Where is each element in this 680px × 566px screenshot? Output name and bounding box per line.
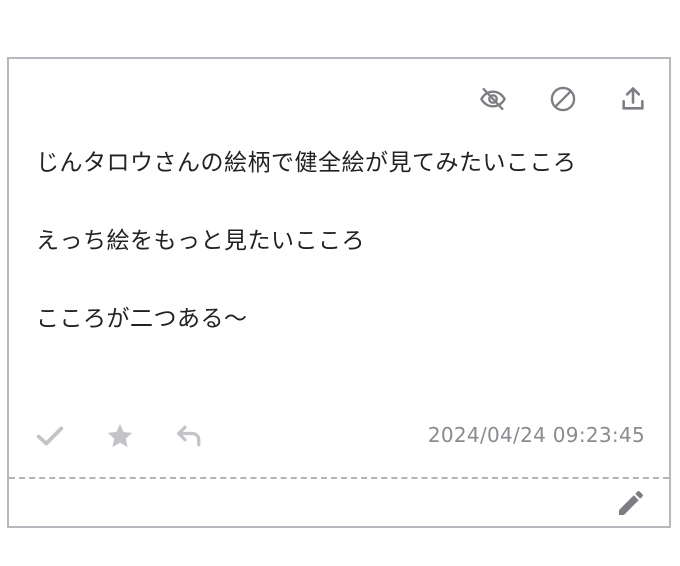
share-button[interactable] <box>617 83 649 115</box>
share-upload-icon <box>622 87 644 110</box>
favorite-button[interactable] <box>104 420 136 452</box>
star-icon <box>107 424 133 448</box>
mark-read-button[interactable] <box>34 420 66 452</box>
edit-button[interactable] <box>615 487 647 519</box>
timestamp: 2024/04/24 09:23:45 <box>427 423 645 447</box>
block-button[interactable] <box>547 83 579 115</box>
message-body: じんタロウさんの絵柄で健全絵が見てみたいこころ えっち絵をもっと見たいこころ こ… <box>36 145 649 379</box>
pencil-icon <box>619 491 643 515</box>
message-card: じんタロウさんの絵柄で健全絵が見てみたいこころ えっち絵をもっと見たいこころ こ… <box>7 57 671 528</box>
message-line-2: えっち絵をもっと見たいこころ <box>36 228 365 254</box>
hide-button[interactable] <box>477 83 509 115</box>
card-bottom-actions <box>34 420 206 452</box>
block-icon <box>550 86 576 112</box>
message-line-3: こころが二つある〜 <box>36 306 248 332</box>
reply-button[interactable] <box>174 420 206 452</box>
card-top-actions <box>477 83 649 115</box>
message-line-1: じんタロウさんの絵柄で健全絵が見てみたいこころ <box>36 150 577 176</box>
dashed-divider <box>9 477 669 479</box>
checkmark-icon <box>36 426 64 446</box>
eye-off-icon <box>480 87 506 111</box>
reply-icon <box>177 425 201 447</box>
